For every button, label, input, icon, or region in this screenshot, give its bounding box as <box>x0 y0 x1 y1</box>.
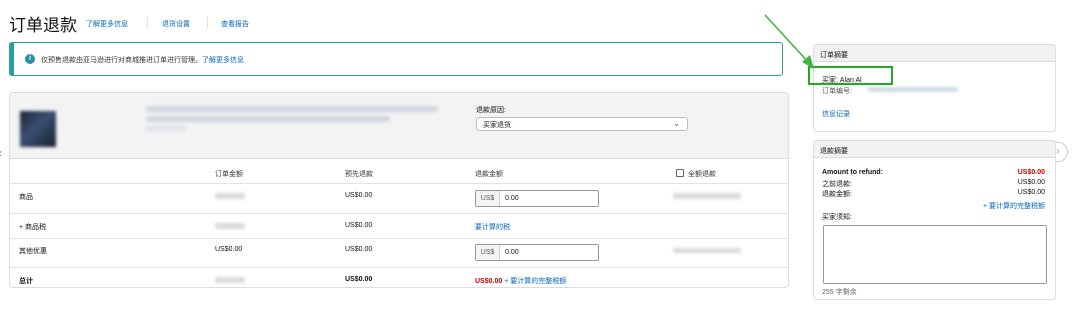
refund-reason-value: 买家退货 <box>483 122 511 129</box>
order-summary-panel: 订单摘要 买家: Alan Al 订单编号: 信息记录 <box>813 44 1056 132</box>
total-refund-line: US$0.00 + 要计算的完整税额 <box>475 276 566 286</box>
promo-refund-value: 0.00 <box>505 249 519 256</box>
chevron-down-icon: ⌄ <box>673 119 680 128</box>
product-sku-redacted <box>146 126 186 131</box>
prior-refund-label: 之前退款: <box>822 181 852 188</box>
product-title-redacted <box>146 106 438 112</box>
refund-reason-label: 退款原因: <box>476 107 506 114</box>
banner-text: 仅预售退款由亚马逊进行对商城推进订单进行管理。了解更多信息 <box>41 55 244 65</box>
item-refund-input[interactable]: US$ 0.00 <box>475 190 599 207</box>
row-label-item: 商品 <box>19 194 33 201</box>
total-prior-refund: US$0.00 <box>345 276 373 283</box>
annotation-arrow-icon <box>764 14 814 69</box>
product-title-redacted <box>146 116 390 122</box>
buyer-highlight-box <box>808 66 893 85</box>
banner-message: 仅预售退款由亚马逊进行对商城推进订单进行管理。 <box>41 57 202 64</box>
col-header-order-amount: 订单金额 <box>215 171 243 178</box>
amount-to-refund-value: US$0.00 <box>1017 169 1045 176</box>
page-title: 订单退款 <box>9 16 77 35</box>
learn-more-link[interactable]: 了解更多信息 <box>86 19 128 29</box>
col-header-full-refund: 全额退款 <box>688 171 716 178</box>
buyer-note-textarea[interactable] <box>823 225 1047 284</box>
order-number-label: 订单编号: <box>822 88 852 95</box>
item-prior-refund: US$0.00 <box>345 192 373 199</box>
prior-refund-value: US$0.00 <box>1017 179 1045 186</box>
total-refund-value: US$0.00 <box>475 278 503 285</box>
total-tax-link[interactable]: 要计算的完整税额 <box>510 278 566 285</box>
item-full-refund-redacted <box>673 193 741 199</box>
item-amount-redacted <box>215 193 245 199</box>
full-tax-link[interactable]: + 要计算的完整税额 <box>983 201 1045 211</box>
row-label-item-tax: + 商品税 <box>19 224 47 231</box>
info-banner: i 仅预售退款由亚马逊进行对商城推进订单进行管理。了解更多信息 <box>9 42 783 76</box>
tax-amount-redacted <box>215 223 245 229</box>
refund-amount-value: US$0.00 <box>1017 189 1045 196</box>
refund-summary-title: 退款摘要 <box>814 141 1055 158</box>
row-divider <box>10 267 788 268</box>
refund-order-card: 退款原因: 买家退货 ⌄ 订单金额 预先退款 退款金额 全额退款 商品 US$0… <box>9 92 789 288</box>
currency-label: US$ <box>476 245 500 260</box>
promo-prior-refund: US$0.00 <box>345 246 373 253</box>
message-log-link[interactable]: 信息记录 <box>822 109 850 119</box>
refund-amount-label: 退款金额: <box>822 191 852 198</box>
banner-learn-more-link[interactable]: 了解更多信息 <box>202 57 244 64</box>
row-divider <box>10 183 788 184</box>
refund-summary-panel: 退款摘要 Amount to refund: US$0.00 之前退款: US$… <box>813 140 1056 300</box>
chevron-left-icon[interactable]: ‹ <box>0 146 2 160</box>
order-number-redacted <box>868 87 958 92</box>
product-header: 退款原因: 买家退货 ⌄ <box>10 93 788 159</box>
row-divider <box>10 238 788 239</box>
row-label-total: 总计 <box>19 278 33 285</box>
promo-full-refund-redacted <box>673 248 741 253</box>
item-refund-value: 0.00 <box>505 195 519 202</box>
total-amount-redacted <box>215 277 245 283</box>
info-icon: i <box>25 54 35 64</box>
product-thumbnail <box>20 111 56 147</box>
header-divider <box>147 17 148 28</box>
row-divider <box>10 213 788 214</box>
col-header-prior-refund: 预先退款 <box>345 171 373 178</box>
view-report-link[interactable]: 查看报告 <box>221 19 249 29</box>
char-count: 255 字剩余 <box>822 289 857 296</box>
full-refund-checkbox[interactable] <box>676 169 684 177</box>
order-summary-title: 订单摘要 <box>814 45 1055 62</box>
promo-refund-input[interactable]: US$ 0.00 <box>475 244 599 261</box>
currency-label: US$ <box>476 191 500 206</box>
header-divider <box>207 17 208 28</box>
promo-order-amount: US$0.00 <box>215 246 243 253</box>
tax-prior-refund: US$0.00 <box>345 222 373 229</box>
tax-to-calculate-link[interactable]: 要计算的税 <box>475 222 510 232</box>
col-header-refund-amount: 退款金额 <box>475 171 503 178</box>
row-label-other-promo: 其他优惠 <box>19 248 47 255</box>
total-plus-sign: + <box>504 278 509 285</box>
buyer-note-label: 买家须知: <box>822 214 852 221</box>
amount-to-refund-label: Amount to refund: <box>822 169 884 176</box>
return-settings-link[interactable]: 退货设置 <box>162 19 190 29</box>
refund-reason-select[interactable]: 买家退货 ⌄ <box>476 117 688 131</box>
